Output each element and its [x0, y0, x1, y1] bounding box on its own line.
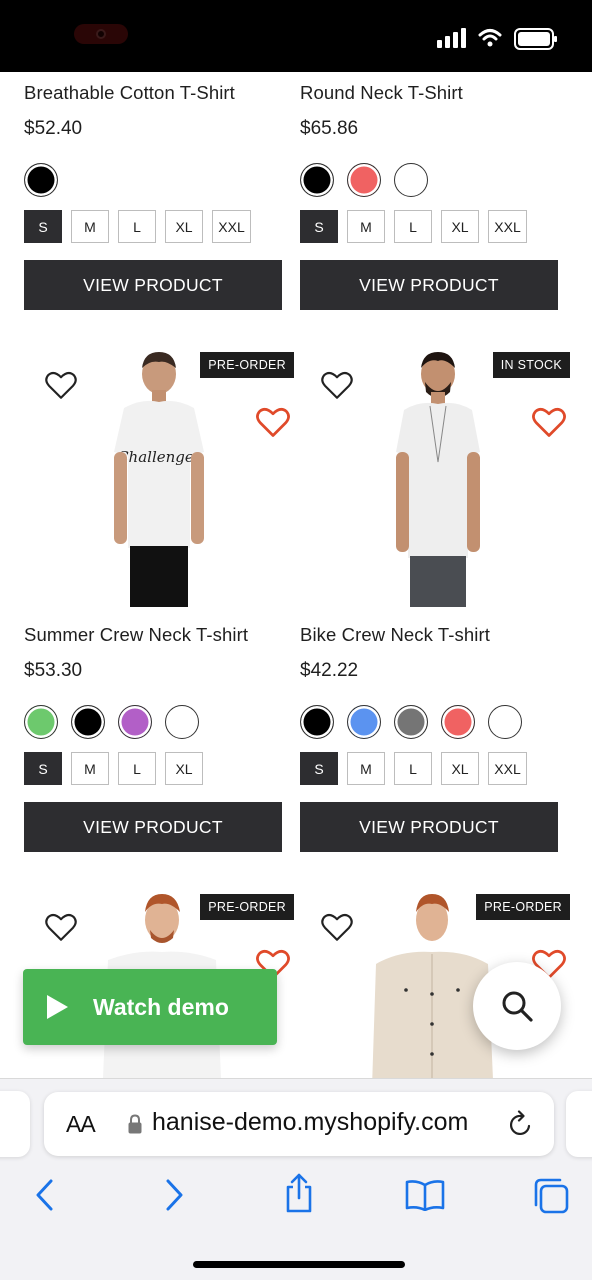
size-option[interactable]: XXL [488, 210, 527, 243]
model-plain-tshirt-image [396, 352, 480, 607]
size-option[interactable]: XL [441, 752, 479, 785]
wishlist-heart-icon[interactable] [320, 910, 354, 944]
size-option[interactable]: S [24, 210, 62, 243]
status-badge: PRE-ORDER [200, 894, 294, 920]
view-product-button[interactable]: VIEW PRODUCT [300, 260, 558, 310]
play-icon [47, 995, 68, 1019]
color-swatches [300, 705, 522, 739]
color-swatch[interactable] [71, 705, 105, 739]
watch-demo-button[interactable]: Watch demo [23, 969, 277, 1045]
view-product-button[interactable]: VIEW PRODUCT [300, 802, 558, 852]
size-option[interactable]: S [300, 210, 338, 243]
home-indicator[interactable] [193, 1261, 405, 1268]
color-swatch[interactable] [118, 705, 152, 739]
search-button[interactable] [473, 962, 561, 1050]
color-swatch[interactable] [394, 163, 428, 197]
product-name[interactable]: Round Neck T-Shirt [300, 82, 463, 104]
wishlist-heart-icon[interactable] [44, 910, 78, 944]
status-badge: PRE-ORDER [200, 352, 294, 378]
size-options: S M L XL XXL [24, 210, 251, 243]
product-image[interactable]: IN STOCK [300, 352, 570, 612]
url-field[interactable]: hanise-demo.myshopify.com [152, 1108, 492, 1137]
size-options: S M L XL XXL [300, 752, 527, 785]
lock-icon [128, 1114, 142, 1134]
color-swatch[interactable] [488, 705, 522, 739]
size-option[interactable]: S [300, 752, 338, 785]
size-option[interactable]: S [24, 752, 62, 785]
size-option[interactable]: L [118, 210, 156, 243]
size-option[interactable]: XL [441, 210, 479, 243]
svg-text:Challenger: Challenger [117, 448, 202, 466]
next-tab-preview[interactable] [566, 1091, 592, 1157]
cellular-signal-icon [437, 28, 466, 48]
color-swatch[interactable] [300, 705, 334, 739]
size-options: S M L XL [24, 752, 203, 785]
product-name[interactable]: Breathable Cotton T-Shirt [24, 82, 235, 104]
text-size-button[interactable]: AA [66, 1111, 96, 1138]
product-image[interactable]: Challenger PRE-ORDER [24, 352, 294, 612]
back-chevron-icon[interactable] [34, 1177, 56, 1213]
tabs-icon[interactable] [532, 1177, 570, 1215]
size-option[interactable]: M [347, 210, 385, 243]
color-swatches [24, 705, 199, 739]
size-option[interactable]: XL [165, 752, 203, 785]
size-option[interactable]: L [394, 210, 432, 243]
search-icon [502, 991, 533, 1022]
product-price: $52.40 [24, 118, 83, 139]
color-swatch[interactable] [394, 705, 428, 739]
share-icon[interactable] [284, 1173, 314, 1213]
battery-icon [514, 28, 557, 50]
color-swatch[interactable] [347, 163, 381, 197]
color-swatch[interactable] [24, 705, 58, 739]
address-bar[interactable]: AA hanise-demo.myshopify.com [44, 1092, 554, 1156]
status-bar [0, 0, 592, 72]
previous-tab-preview[interactable] [0, 1091, 30, 1157]
product-name[interactable]: Bike Crew Neck T-shirt [300, 624, 490, 646]
color-swatch[interactable] [441, 705, 475, 739]
product-grid: Breathable Cotton T-Shirt $52.40 S M L X… [0, 72, 592, 1078]
watch-demo-label: Watch demo [93, 993, 229, 1020]
size-options: S M L XL XXL [300, 210, 527, 243]
bookmarks-book-icon[interactable] [405, 1179, 445, 1211]
size-option[interactable]: M [71, 752, 109, 785]
model-white-tshirt-image: Challenger [114, 352, 204, 607]
wifi-icon [478, 29, 502, 47]
product-name[interactable]: Summer Crew Neck T-shirt [24, 624, 248, 646]
color-swatches [300, 163, 428, 197]
forward-chevron-icon[interactable] [163, 1177, 185, 1213]
favorite-heart-icon[interactable] [530, 404, 568, 440]
color-swatch[interactable] [347, 705, 381, 739]
color-swatch[interactable] [165, 705, 199, 739]
size-option[interactable]: M [347, 752, 385, 785]
size-option[interactable]: XXL [488, 752, 527, 785]
view-product-button[interactable]: VIEW PRODUCT [24, 260, 282, 310]
size-option[interactable]: M [71, 210, 109, 243]
view-product-button[interactable]: VIEW PRODUCT [24, 802, 282, 852]
status-badge: IN STOCK [492, 352, 570, 378]
product-price: $65.86 [300, 118, 359, 139]
reload-icon[interactable] [508, 1110, 534, 1138]
product-price: $42.22 [300, 660, 359, 681]
size-option[interactable]: L [394, 752, 432, 785]
color-swatch[interactable] [300, 163, 334, 197]
color-swatch[interactable] [24, 163, 58, 197]
favorite-heart-icon[interactable] [254, 404, 292, 440]
size-option[interactable]: XXL [212, 210, 251, 243]
product-price: $53.30 [24, 660, 83, 681]
status-badge: PRE-ORDER [476, 894, 570, 920]
size-option[interactable]: L [118, 752, 156, 785]
size-option[interactable]: XL [165, 210, 203, 243]
color-swatches [24, 163, 58, 197]
browser-toolbar: AA hanise-demo.myshopify.com [0, 1078, 592, 1280]
wishlist-heart-icon[interactable] [320, 368, 354, 402]
wishlist-heart-icon[interactable] [44, 368, 78, 402]
camera-icon [96, 29, 106, 39]
